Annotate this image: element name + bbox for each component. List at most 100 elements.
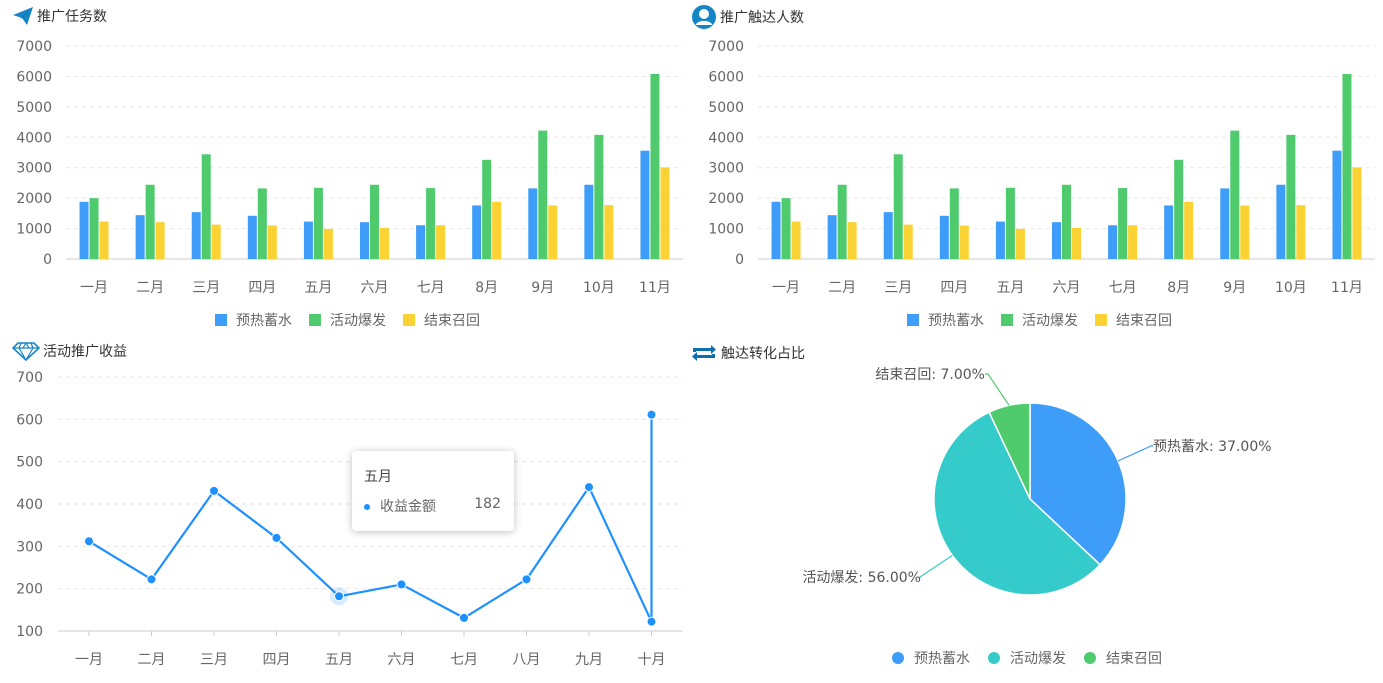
- x-tick-label: 11月: [1331, 280, 1363, 296]
- y-tick-label: 2000: [16, 191, 52, 207]
- x-tick-label: 一月: [75, 652, 103, 668]
- x-tick-label: 9月: [1223, 280, 1246, 296]
- x-tick-label: 八月: [513, 652, 541, 668]
- diamond-icon: [12, 341, 40, 361]
- pie-label-line: [985, 373, 1010, 406]
- tasks-bar-chart: 0 1000 2000 3000 4000 5000 6000 7000 一月 二月 三月 四月 五月 六…: [16, 39, 683, 329]
- x-tick-label: 一月: [80, 280, 108, 296]
- y-tick-label: 5000: [16, 100, 52, 116]
- x-tick-label: 二月: [828, 280, 856, 296]
- bar: [1072, 227, 1081, 259]
- bar: [267, 225, 277, 259]
- user-icon: [691, 4, 717, 30]
- legend-swatch: [1095, 314, 1107, 326]
- y-tick-label: 6000: [708, 69, 744, 85]
- legend-label: 活动爆发: [330, 313, 386, 329]
- bar: [1052, 222, 1061, 259]
- bar: [1352, 167, 1362, 259]
- bar: [323, 228, 333, 259]
- x-tick-label: 三月: [200, 652, 228, 668]
- legend-marker: [892, 652, 904, 664]
- bar: [370, 184, 379, 259]
- data-point: [84, 536, 94, 547]
- reach-title: 推广触达人数: [720, 10, 804, 26]
- data-point: [334, 591, 344, 602]
- y-tick-label: 200: [16, 582, 43, 598]
- bar: [492, 201, 502, 259]
- bar: [89, 198, 99, 259]
- x-tick-label: 六月: [361, 280, 389, 296]
- bar: [995, 221, 1005, 259]
- data-point: [459, 612, 469, 623]
- bar: [135, 215, 145, 259]
- bar: [313, 187, 323, 259]
- bar: [1240, 205, 1250, 259]
- bar: [528, 188, 538, 259]
- bar: [1118, 188, 1128, 259]
- bar: [472, 205, 482, 259]
- x-tick-label: 七月: [450, 652, 478, 668]
- y-tick-label: 4000: [16, 130, 52, 146]
- bar: [1128, 225, 1138, 259]
- x-tick-label: 8月: [475, 280, 498, 296]
- x-tick-label: 四月: [248, 280, 276, 296]
- pie-slice-label: 预热蓄水: 37.00%: [1153, 439, 1272, 455]
- x-tick-label: 一月: [772, 280, 800, 296]
- legend-marker: [1084, 652, 1096, 664]
- tooltip-series-name: 收益金额: [380, 499, 436, 515]
- bar: [1296, 205, 1306, 259]
- x-tick-label: 五月: [996, 280, 1024, 296]
- legend-label: 活动爆发: [1022, 313, 1078, 329]
- bar: [584, 184, 594, 259]
- bar: [191, 212, 201, 259]
- pie-label-line: [918, 554, 953, 578]
- y-tick-label: 4000: [708, 130, 744, 146]
- x-tick-label: 五月: [325, 652, 353, 668]
- legend-swatch: [309, 314, 321, 326]
- legend-label: 预热蓄水: [914, 651, 970, 667]
- bar: [1184, 201, 1194, 259]
- y-tick-label: 3000: [708, 161, 744, 177]
- y-tick-label: 0: [735, 252, 744, 268]
- y-tick-label: 3000: [16, 161, 52, 177]
- y-tick-label: 300: [16, 539, 43, 555]
- revenue-tooltip: 五月 收益金额 182: [352, 451, 514, 531]
- x-tick-label: 七月: [1109, 280, 1137, 296]
- bar: [781, 198, 791, 259]
- tooltip-marker: [364, 504, 370, 510]
- y-tick-label: 600: [16, 412, 43, 428]
- bar: [1108, 225, 1118, 259]
- bar: [538, 130, 548, 259]
- bar: [257, 188, 267, 259]
- y-tick-label: 1000: [708, 222, 744, 238]
- bar: [1276, 184, 1286, 259]
- bar: [660, 167, 670, 259]
- x-tick-label: 10月: [1275, 280, 1307, 296]
- x-tick-label: 10月: [583, 280, 615, 296]
- data-point: [146, 574, 157, 585]
- bar: [949, 188, 959, 259]
- bar: [1174, 159, 1184, 259]
- bar: [939, 215, 949, 259]
- bar: [771, 201, 781, 259]
- pie-slice-label: 结束召回: 7.00%: [875, 367, 985, 383]
- legend-label: 结束召回: [424, 313, 480, 329]
- legend-swatch: [907, 314, 919, 326]
- y-tick-label: 1000: [16, 222, 52, 238]
- revenue-panel-title: 活动推广收益: [12, 341, 127, 361]
- bar: [837, 184, 847, 259]
- pie-label-line: [1117, 445, 1153, 462]
- bar: [1062, 184, 1071, 259]
- tooltip-value: 182: [474, 496, 501, 512]
- bar: [380, 227, 389, 259]
- x-tick-label: 九月: [575, 652, 603, 668]
- bar: [436, 225, 446, 259]
- legend-label: 结束召回: [1116, 313, 1172, 329]
- legend-label: 预热蓄水: [236, 313, 292, 329]
- revenue-title: 活动推广收益: [43, 344, 127, 360]
- paper-plane-icon: [12, 6, 34, 26]
- y-tick-label: 5000: [708, 100, 744, 116]
- bar: [426, 188, 436, 259]
- bar: [594, 134, 604, 259]
- ratio-pie-chart: 预热蓄水: 37.00% 活动爆发: 56.00% 结束召回: 7.00% 预热蓄水 活…: [802, 367, 1272, 667]
